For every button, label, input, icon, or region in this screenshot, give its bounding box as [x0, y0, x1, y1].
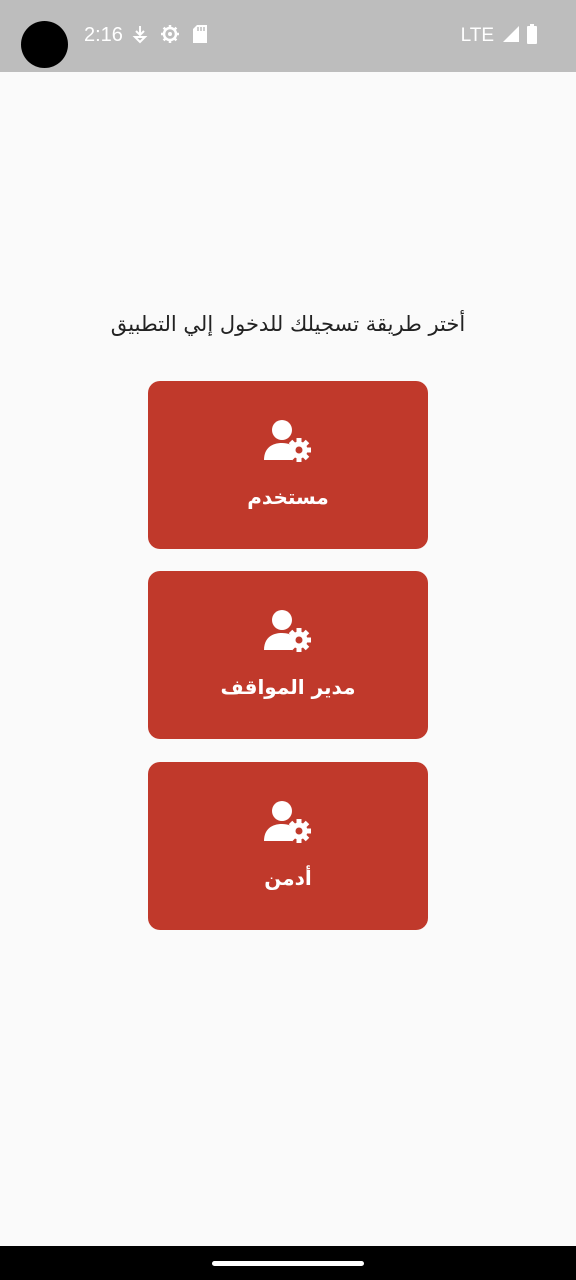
- network-type: LTE: [460, 25, 494, 46]
- status-bar: 2:16 LTE: [0, 0, 576, 72]
- user-role-label: مستخدم: [247, 485, 329, 509]
- main-content: أختر طريقة تسجيلك للدخول إلي التطبيق مست…: [0, 72, 576, 1246]
- camera-cutout: [21, 21, 68, 68]
- user-gear-icon: [262, 419, 314, 463]
- settings-notification-icon: [160, 24, 180, 48]
- battery-icon: [526, 24, 538, 48]
- home-gesture-handle[interactable]: [212, 1261, 364, 1266]
- user-gear-icon: [262, 609, 314, 653]
- user-role-button[interactable]: مستخدم: [148, 381, 428, 549]
- system-status-icons: LTE: [460, 24, 538, 48]
- admin-role-label: أدمن: [264, 866, 312, 890]
- page-title: أختر طريقة تسجيلك للدخول إلي التطبيق: [110, 312, 466, 336]
- parking-manager-role-button[interactable]: مدير المواقف: [148, 571, 428, 739]
- parking-manager-role-label: مدير المواقف: [220, 675, 356, 699]
- sd-card-icon: [192, 24, 208, 48]
- user-gear-icon: [262, 800, 314, 844]
- admin-role-button[interactable]: أدمن: [148, 762, 428, 930]
- notification-icons: [132, 25, 208, 47]
- signal-icon: [502, 25, 520, 47]
- navigation-bar: [0, 1246, 576, 1280]
- status-time: 2:16: [84, 24, 123, 46]
- download-notification-icon: [132, 24, 148, 48]
